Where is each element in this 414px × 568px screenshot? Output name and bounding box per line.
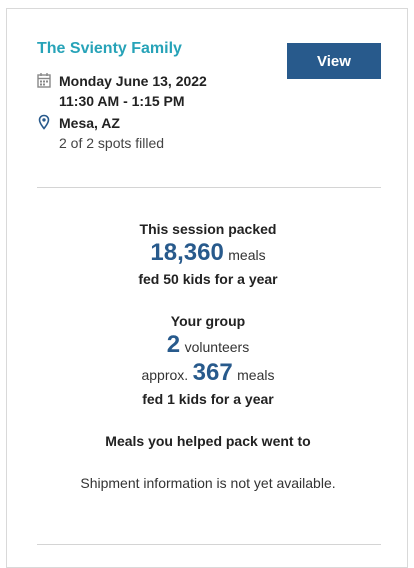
map-pin-icon bbox=[37, 114, 51, 130]
event-date: Monday June 13, 2022 bbox=[59, 73, 207, 89]
session-meals-unit: meals bbox=[228, 247, 266, 263]
group-meals-unit: meals bbox=[237, 367, 275, 383]
event-date-row: Monday June 13, 2022 11:30 AM - 1:15 PM bbox=[37, 71, 207, 111]
event-time: 11:30 AM - 1:15 PM bbox=[59, 93, 185, 109]
approx-prefix: approx. bbox=[141, 367, 189, 383]
group-fed: fed 1 kids for a year bbox=[142, 391, 274, 407]
event-location-row: Mesa, AZ 2 of 2 spots filled bbox=[37, 113, 164, 153]
view-button[interactable]: View bbox=[287, 43, 381, 79]
session-meals: 18,360 meals bbox=[7, 239, 409, 267]
event-card: The Svienty Family View Monday June 13, … bbox=[6, 8, 408, 568]
event-title: The Svienty Family bbox=[37, 40, 182, 57]
session-meals-count: 18,360 bbox=[150, 239, 224, 266]
session-heading: This session packed bbox=[139, 221, 277, 237]
shipment-status: Shipment information is not yet availabl… bbox=[80, 475, 336, 491]
calendar-icon bbox=[37, 72, 51, 88]
session-fed: fed 50 kids for a year bbox=[138, 271, 278, 287]
group-meals-count: 367 bbox=[192, 359, 233, 386]
event-spots: 2 of 2 spots filled bbox=[59, 135, 165, 151]
group-volunteers-count: 2 bbox=[166, 331, 181, 358]
group-volunteers: 2 volunteers bbox=[7, 331, 409, 359]
divider-bottom bbox=[37, 544, 381, 545]
event-location: Mesa, AZ bbox=[59, 115, 120, 131]
group-meals: approx. 367 meals bbox=[7, 359, 409, 387]
group-heading: Your group bbox=[170, 313, 246, 329]
shipment-heading: Meals you helped pack went to bbox=[105, 433, 311, 449]
group-volunteers-unit: volunteers bbox=[184, 339, 250, 355]
divider-top bbox=[37, 187, 381, 188]
